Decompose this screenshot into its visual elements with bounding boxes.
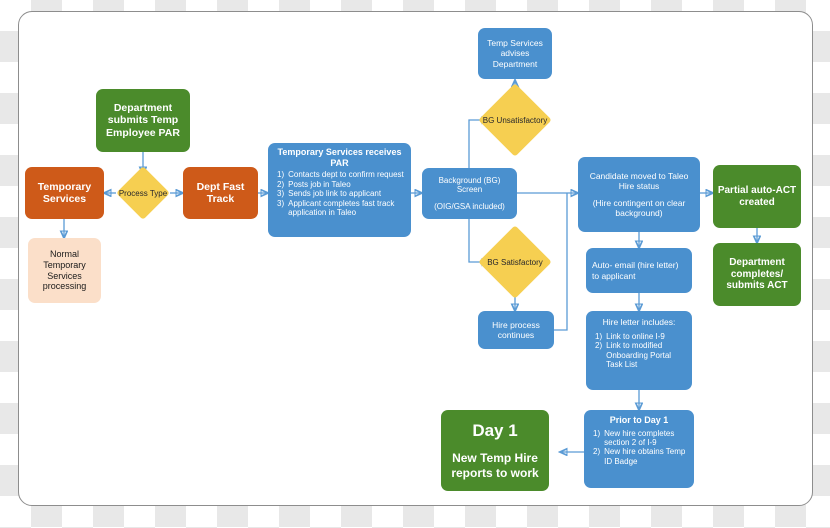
- list-item-text: Posts job in Taleo: [288, 179, 351, 189]
- list-item-text: New hire obtains Temp ID Badge: [604, 447, 686, 466]
- list-item-number: 2): [593, 447, 601, 457]
- node-list: 1) New hire completes section 2 of I-9 2…: [586, 429, 692, 467]
- list-item: 2) New hire obtains Temp ID Badge: [593, 447, 688, 466]
- node-label-primary: Candidate moved to Taleo Hire status: [589, 171, 689, 192]
- node-label: Auto- email (hire letter) to applicant: [592, 260, 679, 281]
- node-label: Partial auto-ACT created: [717, 184, 797, 208]
- node-bg-unsatisfactory[interactable]: BG Unsatisfactory: [478, 83, 552, 157]
- node-day-1[interactable]: Day 1 New Temp Hire reports to work: [441, 410, 549, 491]
- list-item: 2) Posts job in Taleo: [277, 180, 405, 189]
- node-process-type[interactable]: Process Type: [116, 166, 170, 220]
- list-item-number: 2): [595, 341, 603, 351]
- node-list: 1) Link to online I-9 2) Link to modifie…: [588, 332, 690, 370]
- list-item: 3) Sends job link to applicant: [277, 189, 405, 198]
- list-item-number: 3): [277, 189, 285, 199]
- list-item-text: Contacts dept to confirm request: [288, 170, 404, 180]
- node-title: Temporary Services receives PAR: [277, 147, 402, 168]
- node-label: Temp Services advises Department: [487, 38, 543, 69]
- list-item-number: 1): [593, 428, 601, 438]
- list-item-number: 1): [277, 170, 285, 180]
- conn-hireprocess-to-candidate: [554, 193, 568, 331]
- list-item: 3) Applicant completes fast track applic…: [277, 199, 405, 218]
- node-background-screen[interactable]: Background (BG) Screen (OIG/GSA included…: [422, 168, 517, 219]
- list-item: 1) Link to online I-9: [595, 332, 686, 341]
- node-dept-fast-track[interactable]: Dept Fast Track: [183, 167, 258, 219]
- node-title: Prior to Day 1: [609, 415, 669, 425]
- node-label-secondary: (Hire contingent on clear background): [592, 197, 686, 218]
- list-item-number: 3): [277, 198, 285, 208]
- node-partial-auto-act[interactable]: Partial auto-ACT created: [713, 165, 801, 228]
- node-label: Department completes/ submits ACT: [726, 256, 788, 292]
- connector-layer: [0, 0, 830, 528]
- node-prior-to-day-1[interactable]: Prior to Day 1 1) New hire completes sec…: [584, 410, 694, 488]
- node-label-secondary: New Temp Hire reports to work: [451, 451, 539, 480]
- list-item: 1) Contacts dept to confirm request: [277, 170, 405, 179]
- list-item-number: 1): [595, 332, 603, 342]
- node-list: 1) Contacts dept to confirm request 2) P…: [270, 170, 409, 217]
- node-label: Temporary Services: [37, 180, 92, 205]
- node-label-secondary: (OIG/GSA included): [434, 201, 505, 211]
- node-hire-letter-includes[interactable]: Hire letter includes: 1) Link to online …: [586, 311, 692, 390]
- node-bg-satisfactory[interactable]: BG Satisfactory: [478, 225, 552, 299]
- node-temp-services-receives-par[interactable]: Temporary Services receives PAR 1) Conta…: [268, 143, 411, 237]
- node-hire-process-continues[interactable]: Hire process continues: [478, 311, 554, 349]
- node-temp-services-advises[interactable]: Temp Services advises Department: [478, 28, 552, 79]
- node-department-completes[interactable]: Department completes/ submits ACT: [713, 243, 801, 306]
- node-label: Hire process continues: [492, 319, 540, 340]
- node-normal-processing[interactable]: Normal Temporary Services processing: [28, 238, 101, 303]
- list-item-text: Applicant completes fast track applicati…: [288, 198, 395, 217]
- node-title: Hire letter includes:: [602, 317, 676, 327]
- list-item: 1) New hire completes section 2 of I-9: [593, 429, 688, 448]
- node-candidate-moved-to-taleo[interactable]: Candidate moved to Taleo Hire status (Hi…: [578, 157, 700, 232]
- list-item-text: New hire completes section 2 of I-9: [604, 428, 675, 448]
- node-department-submits[interactable]: Department submits Temp Employee PAR: [96, 89, 190, 152]
- node-label: Normal Temporary Services processing: [42, 249, 87, 292]
- node-label-primary: Background (BG) Screen: [438, 175, 501, 195]
- node-label: BG Unsatisfactory: [482, 115, 548, 125]
- node-auto-email[interactable]: Auto- email (hire letter) to applicant: [586, 248, 692, 293]
- list-item-text: Link to modified Onboarding Portal Task …: [606, 341, 672, 370]
- list-item-text: Link to online I-9: [606, 332, 665, 342]
- node-label: Process Type: [118, 188, 168, 198]
- list-item: 2) Link to modified Onboarding Portal Ta…: [595, 341, 686, 369]
- node-temporary-services[interactable]: Temporary Services: [25, 167, 104, 219]
- node-label: BG Satisfactory: [487, 257, 543, 267]
- list-item-number: 2): [277, 179, 285, 189]
- flowchart-canvas: Department submits Temp Employee PAR Pro…: [0, 0, 830, 528]
- node-label: Department submits Temp Employee PAR: [106, 101, 180, 139]
- list-item-text: Sends job link to applicant: [288, 189, 382, 199]
- node-label: Dept Fast Track: [196, 180, 245, 205]
- node-title: Day 1: [472, 421, 518, 441]
